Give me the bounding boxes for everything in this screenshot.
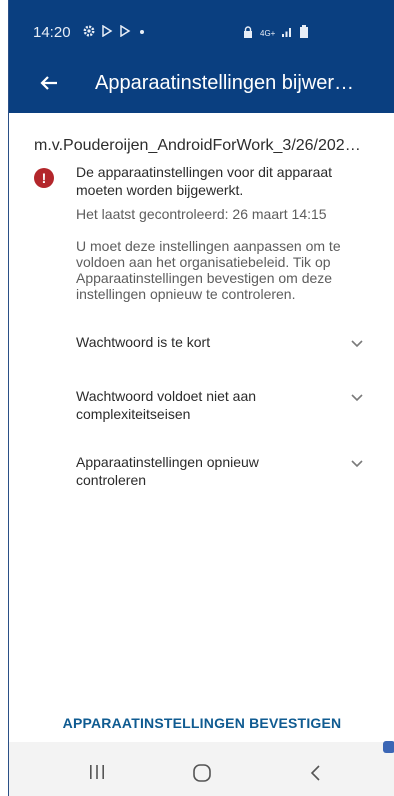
app-screen: 14:20 4G+ Apparaatinstellingen bijwer… m… [8,0,394,796]
page-title: Apparaatinstellingen bijwer… [95,72,355,94]
issue-label: Apparaatinstellingen opnieuw controleren [76,454,259,488]
issue-item-password-complexity[interactable]: Wachtwoord voldoet niet aan complexiteit… [76,387,376,435]
confirm-settings-button[interactable]: APPARAATINSTELLINGEN BEVESTIGEN [9,715,394,731]
system-nav-bar [9,742,394,796]
status-system-icons: 4G+ [242,25,309,41]
chevron-down-icon [349,455,365,471]
last-checked-text: Het laatst gecontroleerd: 26 maart 14:15 [76,206,327,222]
status-time: 14:20 [33,24,71,41]
lock-icon [242,25,254,41]
alert-message: De apparaatinstellingen voor dit apparaa… [76,164,333,198]
instructions-text: U moet deze instellingen aanpassen om te… [76,238,341,302]
device-name: m.v.Pouderoijen_AndroidForWork_3/26/202… [34,137,361,154]
issue-label: Wachtwoord is te kort [76,334,211,350]
gear-icon [83,25,95,40]
floating-badge-icon [383,741,394,753]
back-arrow-icon[interactable] [37,71,61,95]
chevron-down-icon [349,335,365,351]
app-bar: Apparaatinstellingen bijwer… [9,58,394,113]
issue-item-recheck-settings[interactable]: Apparaatinstellingen opnieuw controleren [76,453,376,501]
dot-icon [137,25,147,40]
error-icon: ! [34,168,54,188]
battery-icon [299,25,309,41]
issue-item-password-too-short[interactable]: Wachtwoord is te kort [76,333,376,381]
issue-label: Wachtwoord voldoet niet aan complexiteit… [76,388,257,422]
signal-icon [281,26,293,41]
chevron-down-icon [349,389,365,405]
play-icon [101,24,113,40]
status-bar: 14:20 4G+ [9,0,394,58]
home-icon[interactable] [191,762,213,784]
status-notification-icons [83,24,147,40]
network-type-label: 4G+ [260,28,276,38]
recent-apps-icon[interactable] [87,764,107,780]
play-icon [119,24,131,40]
back-icon[interactable] [308,762,324,784]
